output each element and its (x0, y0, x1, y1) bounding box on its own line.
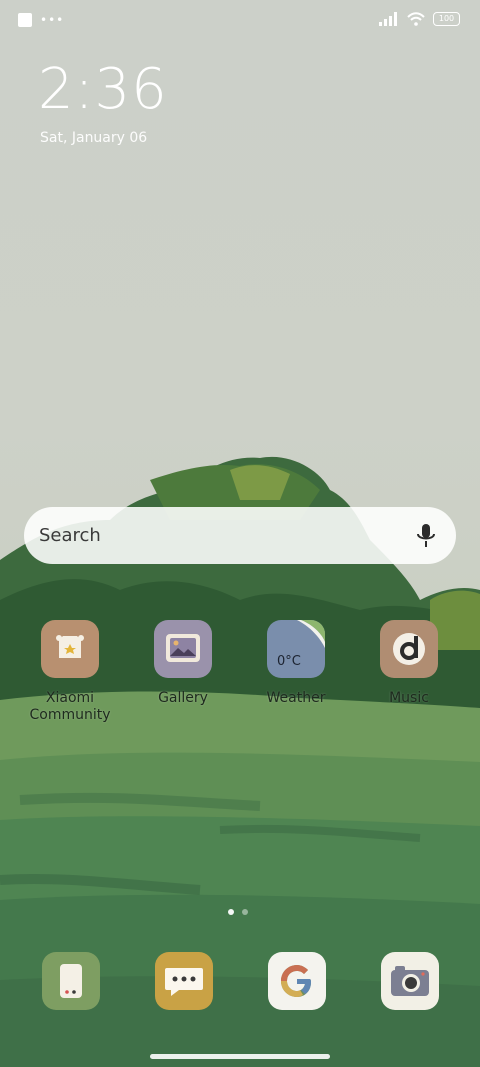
search-label: Search (39, 525, 101, 546)
app-music[interactable]: Music (354, 620, 464, 707)
signal-icon (379, 12, 397, 26)
status-bar: ••• 100 (0, 0, 480, 42)
music-icon (380, 620, 438, 678)
search-bar[interactable]: Search (24, 507, 456, 564)
app-label: Gallery (158, 690, 208, 706)
app-gallery[interactable]: Gallery (128, 620, 238, 707)
mic-icon[interactable] (414, 523, 438, 549)
app-label: Music (389, 690, 429, 706)
battery-icon: 100 (433, 12, 460, 26)
camera-icon[interactable] (381, 952, 439, 1010)
notification-square-icon (18, 13, 32, 27)
wifi-icon (407, 12, 425, 26)
phone-app-icon[interactable] (42, 952, 100, 1010)
page-indicator (228, 909, 248, 915)
page-dot (242, 909, 248, 915)
weather-icon: 0°C (267, 620, 325, 678)
battery-level: 100 (438, 14, 455, 23)
app-xiaomi-community[interactable]: Xiaomi Community (15, 620, 125, 724)
clock-date[interactable]: Sat, January 06 (40, 130, 147, 146)
clock-time[interactable]: 2:36 (38, 56, 168, 124)
home-indicator[interactable] (150, 1054, 330, 1059)
xiaomi-community-icon (41, 620, 99, 678)
gallery-icon (154, 620, 212, 678)
more-dots-icon: ••• (40, 13, 65, 27)
app-label: Xiaomi Community (29, 690, 111, 723)
page-dot-active (228, 909, 234, 915)
google-icon[interactable] (268, 952, 326, 1010)
app-label: Weather (266, 690, 326, 706)
app-weather[interactable]: 0°C Weather (241, 620, 351, 707)
messages-icon[interactable] (155, 952, 213, 1010)
weather-temperature: 0°C (277, 654, 301, 669)
